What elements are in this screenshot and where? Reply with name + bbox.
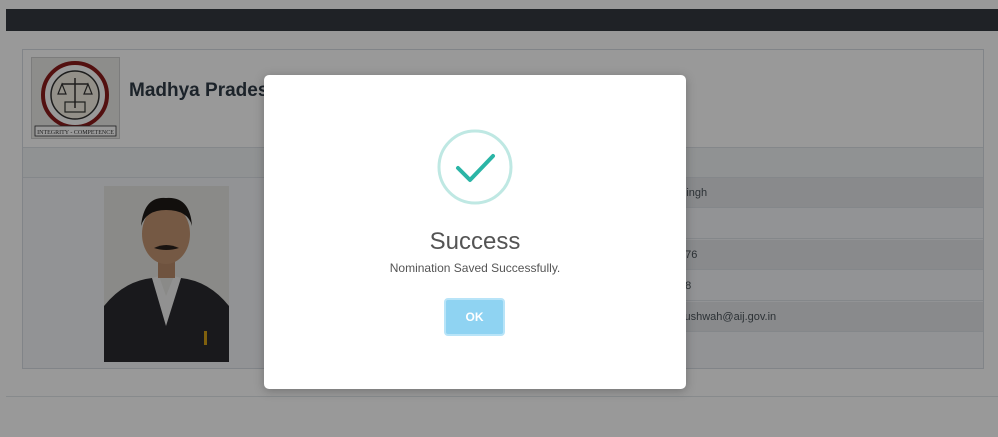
check-circle-icon bbox=[436, 128, 514, 206]
ok-button[interactable]: OK bbox=[444, 298, 505, 336]
dialog-message: Nomination Saved Successfully. bbox=[389, 261, 561, 275]
success-dialog: Success Nomination Saved Successfully. O… bbox=[264, 75, 686, 389]
dialog-title: Success bbox=[429, 228, 521, 255]
